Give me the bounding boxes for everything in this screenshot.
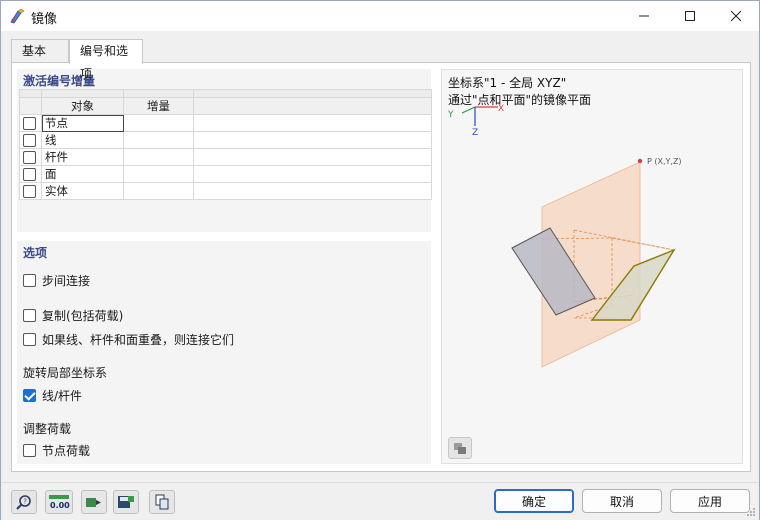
mirror-dialog: 镜像 基本 编号和选项 激活编号增量 对象 增量 节点 线 杆件 面 实体 选项… (0, 0, 760, 520)
numbering-table: 对象 增量 节点 线 杆件 面 实体 (19, 89, 432, 200)
save-settings-icon (118, 496, 134, 508)
increment-cell[interactable] (123, 165, 194, 183)
copy-with-loads-label: 复制(包括荷载) (42, 309, 124, 323)
step-connect-option[interactable]: 步间连接 (23, 272, 90, 289)
step-connect-label: 步间连接 (42, 274, 91, 288)
table-row: 线 (19, 131, 432, 149)
increment-cell[interactable] (123, 148, 194, 166)
units-button[interactable]: 0.00 (45, 490, 73, 514)
copy-with-loads-option[interactable]: 复制(包括荷载) (23, 307, 123, 324)
increment-cell[interactable] (123, 182, 194, 200)
window-title: 镜像 (31, 12, 58, 27)
increment-cell[interactable] (123, 114, 194, 132)
axis-y-label: Y (447, 110, 454, 120)
table-row: 实体 (19, 182, 432, 200)
row-checkbox[interactable] (23, 185, 36, 198)
preview-options-button[interactable] (448, 437, 472, 459)
axis-x-label: X (498, 104, 504, 114)
rotate-local-heading: 旋转局部坐标系 (23, 366, 108, 380)
axes-triad-icon: X Y Z (447, 104, 504, 138)
minimize-button[interactable] (621, 1, 667, 31)
row-checkbox[interactable] (23, 151, 36, 164)
connect-overlap-checkbox[interactable] (23, 333, 36, 346)
table-row: 杆件 (19, 148, 432, 166)
connect-overlap-option[interactable]: 如果线、杆件和面重叠，则连接它们 (23, 331, 234, 348)
bottom-bar: ? 0.00 确定 取消 应用 (1, 482, 759, 520)
row-checkbox[interactable] (23, 168, 36, 181)
nodal-loads-option[interactable]: 节点荷载 (23, 442, 90, 459)
point-p-label: P (X,Y,Z) (647, 157, 682, 166)
table-row: 面 (19, 165, 432, 183)
object-cell[interactable]: 节点 (41, 114, 124, 132)
object-cell[interactable]: 实体 (41, 182, 124, 200)
apply-button[interactable]: 应用 (670, 489, 750, 513)
load-button[interactable] (81, 490, 107, 514)
tab-numbering-options[interactable]: 编号和选项 (69, 39, 143, 81)
copy-with-loads-checkbox[interactable] (23, 309, 36, 322)
minimize-icon (639, 15, 649, 17)
copy-icon (155, 494, 169, 510)
nodal-loads-label: 节点荷载 (42, 444, 91, 458)
ok-button[interactable]: 确定 (494, 489, 574, 513)
mirror-app-icon (9, 8, 25, 24)
lines-members-option[interactable]: 线/杆件 (23, 387, 82, 404)
connect-overlap-label: 如果线、杆件和面重叠，则连接它们 (42, 333, 235, 347)
options-panel-title: 选项 (23, 246, 48, 260)
table-row: 节点 (19, 114, 432, 132)
svg-text:0.00: 0.00 (50, 501, 70, 510)
maximize-button[interactable] (667, 1, 713, 31)
help-button[interactable]: ? (11, 490, 37, 514)
decimal-units-icon: 0.00 (49, 495, 70, 510)
object-cell[interactable]: 面 (41, 165, 124, 183)
close-button[interactable] (713, 1, 759, 31)
axis-z-label: Z (472, 128, 478, 138)
point-p-marker (637, 158, 643, 164)
nodal-loads-checkbox[interactable] (23, 444, 36, 457)
help-search-icon: ? (16, 495, 31, 510)
preview-panel: 坐标系"1 - 全局 XYZ" 通过"点和平面"的镜像平面 X Y Z P (X… (441, 69, 743, 464)
increment-cell[interactable] (123, 131, 194, 149)
step-connect-checkbox[interactable] (23, 274, 36, 287)
resize-grip-icon[interactable] (746, 507, 756, 517)
maximize-icon (685, 11, 695, 21)
load-settings-icon (86, 498, 101, 507)
column-header-object: 对象 (41, 97, 124, 115)
row-checkbox[interactable] (23, 117, 36, 130)
cancel-button[interactable]: 取消 (582, 489, 662, 513)
object-cell[interactable]: 杆件 (41, 148, 124, 166)
close-icon (731, 11, 741, 21)
object-cell[interactable]: 线 (41, 131, 124, 149)
title-bar: 镜像 (1, 1, 759, 31)
preview-settings-icon (454, 443, 466, 454)
svg-text:?: ? (23, 498, 27, 506)
row-checkbox[interactable] (23, 134, 36, 147)
mirror-preview-graphic: X Y Z P (X,Y,Z) (447, 104, 682, 368)
lines-members-label: 线/杆件 (42, 389, 83, 403)
adjust-loads-heading: 调整荷载 (23, 422, 72, 436)
save-button[interactable] (113, 490, 139, 514)
lines-members-checkbox[interactable] (23, 389, 36, 402)
copy-button[interactable] (149, 490, 175, 514)
column-header-increment: 增量 (123, 97, 194, 115)
tab-basic[interactable]: 基本 (11, 39, 69, 63)
